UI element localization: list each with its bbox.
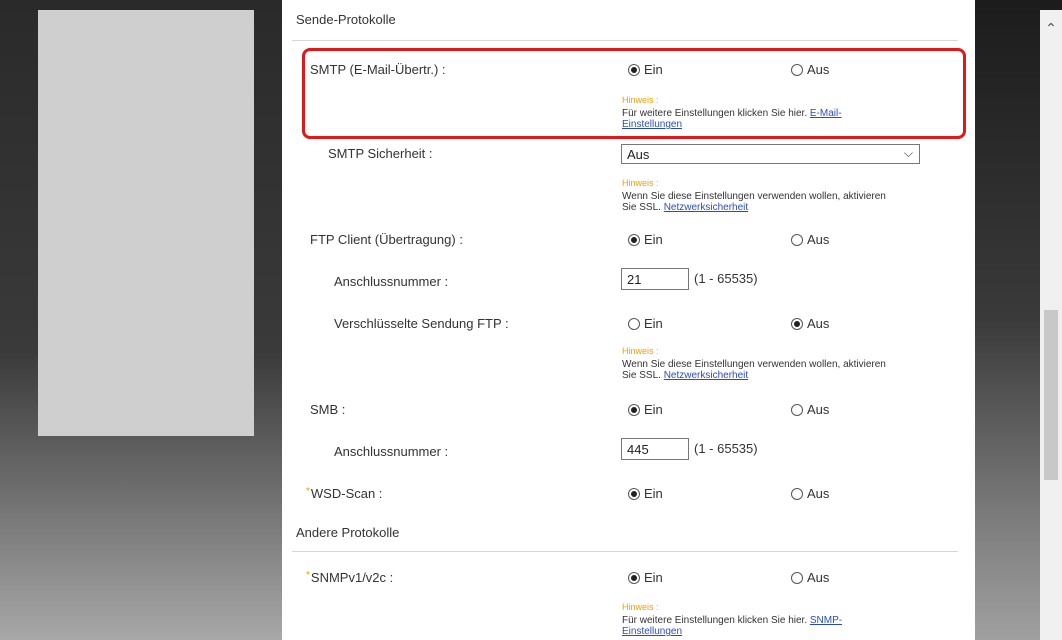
ftp-encrypted-label: Verschlüsselte Sendung FTP : <box>334 316 509 331</box>
smb-on-label[interactable]: Ein <box>644 402 663 417</box>
wsd-scan-on-radio[interactable] <box>628 488 640 500</box>
section-divider <box>292 551 958 552</box>
wsd-scan-label: *WSD-Scan : <box>306 486 382 501</box>
ftp-client-off-radio[interactable] <box>791 234 803 246</box>
section-title-other-protocols: Andere Protokolle <box>296 525 400 540</box>
smb-on-radio[interactable] <box>628 404 640 416</box>
snmp-hint: Für weitere Einstellungen klicken Sie hi… <box>622 615 842 637</box>
snmp-hint-text: Für weitere Einstellungen klicken Sie hi… <box>622 615 810 626</box>
wsd-scan-label-text: WSD-Scan : <box>310 486 383 501</box>
smb-port-input[interactable]: 445 <box>621 438 689 460</box>
snmp-settings-link[interactable]: SNMP- <box>810 615 842 626</box>
smb-port-label: Anschlussnummer : <box>334 444 449 459</box>
smtp-security-hint-line1: Wenn Sie diese Einstellungen verwenden w… <box>622 191 886 202</box>
ftp-client-on-label[interactable]: Ein <box>644 232 663 247</box>
ftp-encrypted-hint-title: Hinweis : <box>622 346 659 356</box>
snmp-label: *SNMPv1/v2c : <box>306 570 393 585</box>
ftp-client-label: FTP Client (Übertragung) : <box>310 232 463 247</box>
smtp-security-label: SMTP Sicherheit : <box>328 146 433 161</box>
network-security-link[interactable]: Netzwerksicherheit <box>664 202 748 213</box>
ftp-client-off-label[interactable]: Aus <box>807 232 829 247</box>
ftp-port-input[interactable]: 21 <box>621 268 689 290</box>
ftp-encrypted-hint-line1: Wenn Sie diese Einstellungen verwenden w… <box>622 359 886 370</box>
settings-content: Sende-Protokolle SMTP (E-Mail-Übertr.) :… <box>282 0 975 640</box>
smb-off-label[interactable]: Aus <box>807 402 829 417</box>
ftp-encrypted-off-radio[interactable] <box>791 318 803 330</box>
chevron-down-icon: ⌵ <box>903 146 913 160</box>
smb-off-radio[interactable] <box>791 404 803 416</box>
required-star: * <box>306 486 310 497</box>
smtp-security-select[interactable]: Aus ⌵ <box>621 144 920 164</box>
ftp-encrypted-on-radio[interactable] <box>628 318 640 330</box>
snmp-on-radio[interactable] <box>628 572 640 584</box>
required-star: * <box>306 570 310 581</box>
vertical-scrollbar[interactable]: ⌃ <box>1040 10 1062 640</box>
snmp-hint-title: Hinweis : <box>622 602 659 612</box>
smb-label: SMB : <box>310 402 346 417</box>
ftp-client-on-radio[interactable] <box>628 234 640 246</box>
wsd-scan-off-label[interactable]: Aus <box>807 486 829 501</box>
snmp-off-label[interactable]: Aus <box>807 570 829 585</box>
ftp-port-range: (1 - 65535) <box>694 271 758 286</box>
ftp-encrypted-off-label[interactable]: Aus <box>807 316 829 331</box>
navigation-panel <box>38 10 254 436</box>
smtp-security-hint-line2: Sie SSL. <box>622 202 664 213</box>
page-background-left <box>0 0 282 640</box>
smb-port-range: (1 - 65535) <box>694 441 758 456</box>
ftp-encrypted-hint-line2: Sie SSL. <box>622 370 664 381</box>
scroll-up-icon[interactable]: ⌃ <box>1040 18 1062 38</box>
snmp-on-label[interactable]: Ein <box>644 570 663 585</box>
wsd-scan-on-label[interactable]: Ein <box>644 486 663 501</box>
ftp-encrypted-hint: Wenn Sie diese Einstellungen verwenden w… <box>622 359 886 381</box>
snmp-off-radio[interactable] <box>791 572 803 584</box>
snmp-label-text: SNMPv1/v2c : <box>310 570 394 585</box>
wsd-scan-off-radio[interactable] <box>791 488 803 500</box>
smtp-security-hint: Wenn Sie diese Einstellungen verwenden w… <box>622 191 886 213</box>
smtp-security-value: Aus <box>627 147 650 162</box>
highlight-box <box>302 48 966 139</box>
ftp-port-label: Anschlussnummer : <box>334 274 449 289</box>
section-title-send-protocols: Sende-Protokolle <box>296 12 396 27</box>
scrollbar-thumb[interactable] <box>1044 310 1058 480</box>
snmp-settings-link-cont[interactable]: Einstellungen <box>622 626 682 637</box>
ftp-encrypted-on-label[interactable]: Ein <box>644 316 663 331</box>
network-security-link[interactable]: Netzwerksicherheit <box>664 370 748 381</box>
section-divider <box>292 40 958 41</box>
smtp-security-hint-title: Hinweis : <box>622 178 659 188</box>
